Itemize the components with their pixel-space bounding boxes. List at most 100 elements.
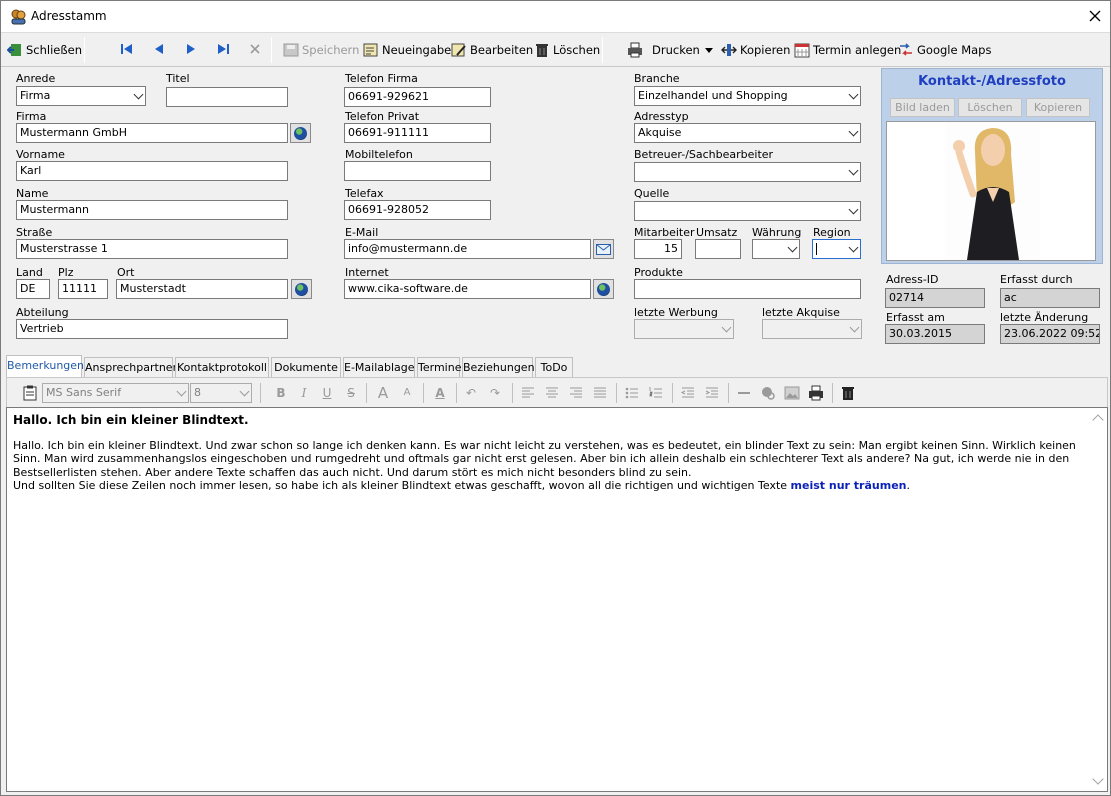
first-record-icon[interactable]	[120, 43, 134, 55]
copy-button[interactable]: Kopieren	[721, 40, 790, 60]
tab-todo[interactable]: ToDo	[535, 357, 573, 377]
last-record-icon[interactable]	[216, 43, 230, 55]
chevron-down-icon	[849, 245, 857, 253]
region-select[interactable]	[812, 239, 861, 259]
umsatz-field[interactable]	[695, 239, 741, 259]
bold-icon[interactable]: B	[273, 385, 289, 401]
shrink-font-icon[interactable]: A	[399, 385, 415, 401]
tab-termine[interactable]: Termine	[417, 357, 461, 377]
font-color-icon[interactable]: A	[432, 385, 448, 401]
ort-field[interactable]: Musterstadt	[116, 279, 288, 299]
tel-privat-field[interactable]: 06691-911111	[344, 123, 491, 143]
editor-scrollbar[interactable]	[1090, 408, 1107, 791]
branche-select[interactable]: Einzelhandel und Shopping	[634, 86, 861, 106]
internet-field[interactable]: www.cika-software.de	[344, 279, 591, 299]
delete-button[interactable]: Löschen	[534, 40, 600, 60]
print-button[interactable]: Drucken	[627, 40, 700, 60]
font-family-select[interactable]: MS Sans Serif	[42, 383, 189, 403]
produkte-field[interactable]	[634, 279, 861, 299]
strikethrough-icon[interactable]: S	[343, 385, 359, 401]
font-size-select[interactable]: 8	[190, 383, 252, 403]
letzte-werbung-label: letzte Werbung	[634, 306, 718, 319]
align-left-icon[interactable]	[520, 385, 536, 401]
open-website-button[interactable]	[593, 279, 614, 299]
tab-dokumente[interactable]: Dokumente	[271, 357, 341, 377]
save-button[interactable]: Speichern	[283, 40, 359, 60]
name-field[interactable]: Mustermann	[16, 200, 288, 220]
mobil-field[interactable]	[344, 161, 491, 181]
print-text-icon[interactable]	[808, 385, 824, 401]
vorname-field[interactable]: Karl	[16, 161, 288, 181]
underline-icon[interactable]: U	[319, 385, 335, 401]
letzte-werbung-date[interactable]	[634, 319, 734, 339]
toolbar-separator	[602, 37, 603, 63]
bullet-list-icon[interactable]	[624, 385, 640, 401]
strasse-field[interactable]: Musterstrasse 1	[16, 239, 288, 259]
tab-e-mailablage[interactable]: E-Mailablage	[343, 357, 415, 377]
copy-image-button[interactable]: Kopieren	[1026, 98, 1090, 117]
land-field[interactable]: DE	[16, 279, 50, 299]
align-justify-icon[interactable]	[592, 385, 608, 401]
betreuer-select[interactable]	[634, 162, 861, 182]
abteilung-field[interactable]: Vertrieb	[16, 319, 288, 339]
waehrung-select[interactable]	[752, 239, 800, 259]
plz-field[interactable]: 11111	[58, 279, 108, 299]
adresstyp-select[interactable]: Akquise	[634, 123, 861, 143]
close-window-icon[interactable]	[1089, 10, 1101, 22]
notes-editor[interactable]: Hallo. Ich bin ein kleiner Blindtext. Ha…	[6, 407, 1108, 792]
italic-icon[interactable]: I	[296, 385, 312, 401]
align-center-icon[interactable]	[544, 385, 560, 401]
firma-search-button[interactable]	[290, 123, 311, 143]
google-maps-button[interactable]: Google Maps	[898, 40, 991, 60]
produkte-label: Produkte	[634, 266, 683, 279]
chevron-down-icon	[134, 92, 142, 100]
tel-firma-field[interactable]: 06691-929621	[344, 87, 491, 107]
insert-image-icon[interactable]	[784, 385, 800, 401]
toolbar-separator	[366, 383, 367, 403]
notes-highlight: meist nur träumen	[790, 479, 907, 492]
firma-field[interactable]: Mustermann GmbH	[16, 123, 288, 143]
close-button[interactable]: Schließen	[7, 40, 82, 60]
indent-icon[interactable]	[704, 385, 720, 401]
quelle-select[interactable]	[634, 201, 861, 221]
numbered-list-icon[interactable]	[648, 385, 664, 401]
next-record-icon[interactable]	[185, 43, 197, 55]
clipboard-icon[interactable]	[22, 385, 38, 401]
appointment-button[interactable]: Termin anlegen	[794, 40, 901, 60]
mitarbeiter-field[interactable]: 15	[634, 239, 682, 259]
redo-icon[interactable]: ↷	[487, 385, 503, 401]
insert-link-icon[interactable]	[760, 385, 776, 401]
print-dropdown-icon[interactable]	[705, 48, 713, 53]
outdent-icon[interactable]	[680, 385, 696, 401]
font-family-value: MS Sans Serif	[46, 386, 122, 399]
photo-panel-title: Kontakt-/Adressfoto	[918, 74, 1066, 89]
undo-icon[interactable]: ↶	[463, 385, 479, 401]
tab-bemerkungen[interactable]: Bemerkungen	[6, 355, 84, 377]
load-image-button[interactable]: Bild laden	[890, 98, 955, 117]
titel-field[interactable]	[166, 87, 288, 107]
mobil-label: Mobiltelefon	[345, 148, 413, 161]
tab-beziehungen[interactable]: Beziehungen	[462, 357, 535, 377]
edit-icon	[451, 43, 466, 57]
tab-ansprechpartner[interactable]: Ansprechpartner	[84, 357, 177, 377]
send-email-button[interactable]	[593, 239, 614, 259]
grow-font-icon[interactable]: A	[375, 385, 391, 401]
email-field[interactable]: info@mustermann.de	[344, 239, 591, 259]
scroll-up-icon[interactable]	[1092, 414, 1104, 426]
delete-image-button[interactable]: Löschen	[958, 98, 1022, 117]
new-entry-button[interactable]: Neueingabe	[363, 40, 451, 60]
ort-map-button[interactable]	[291, 279, 312, 299]
erfasst-durch-label: Erfasst durch	[1000, 273, 1073, 286]
tab-kontaktprotokoll[interactable]: Kontaktprotokoll	[175, 357, 269, 377]
trash-icon[interactable]	[840, 385, 856, 401]
telefax-field[interactable]: 06691-928052	[344, 200, 491, 220]
anrede-select[interactable]: Firma	[16, 86, 146, 106]
cancel-icon[interactable]	[250, 44, 260, 54]
scroll-down-icon[interactable]	[1092, 773, 1104, 785]
align-right-icon[interactable]	[568, 385, 584, 401]
edit-button[interactable]: Bearbeiten	[451, 40, 533, 60]
horizontal-line-icon[interactable]	[736, 385, 752, 401]
letzte-akquise-date[interactable]	[762, 319, 862, 339]
previous-record-icon[interactable]	[153, 43, 165, 55]
letzte-aenderung-field: 23.06.2022 09:52:1	[1000, 324, 1100, 344]
